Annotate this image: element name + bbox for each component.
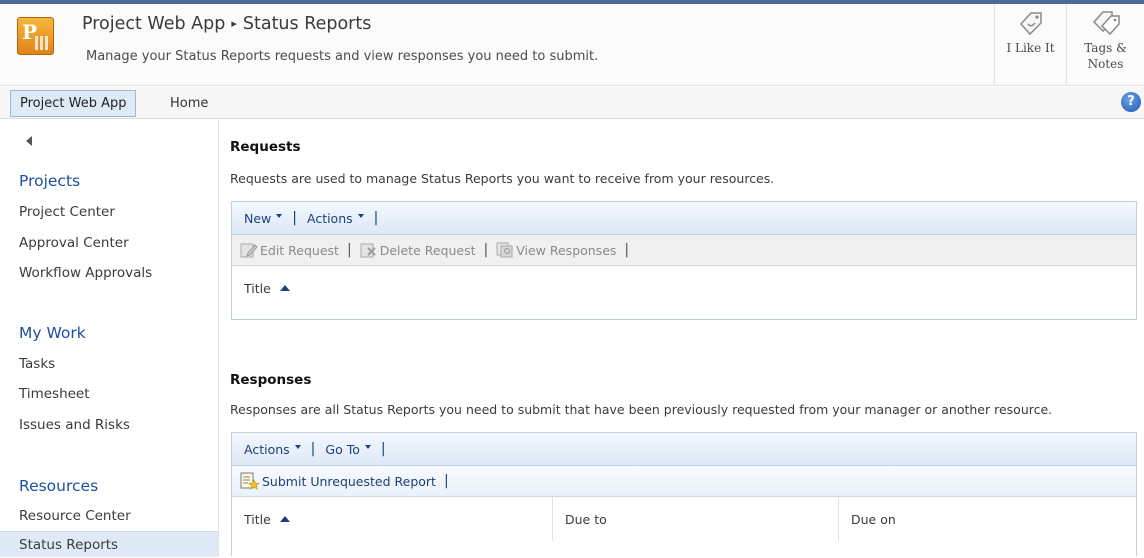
- nav-item-resource-center[interactable]: Resource Center: [19, 508, 131, 524]
- submit-unrequested-report-label: Submit Unrequested Report: [262, 473, 436, 489]
- nav-item-issues-and-risks[interactable]: Issues and Risks: [19, 417, 130, 433]
- delete-request-button[interactable]: Delete Request: [360, 242, 476, 258]
- responses-column-title[interactable]: Title: [232, 497, 553, 541]
- responses-column-due-to[interactable]: Due to: [553, 497, 839, 541]
- nav-item-workflow-approvals[interactable]: Workflow Approvals: [19, 265, 152, 281]
- left-navigation: Projects Project Center Approval Center …: [0, 120, 219, 557]
- actionbar-divider: |: [624, 242, 630, 258]
- responses-actions-label: Actions: [244, 441, 290, 457]
- responses-actions-menu[interactable]: Actions: [244, 442, 301, 457]
- tags-notes-icon: [1092, 11, 1120, 36]
- delete-request-icon: [360, 243, 376, 258]
- help-icon[interactable]: ?: [1121, 92, 1141, 112]
- responses-goto-label: Go To: [325, 441, 360, 457]
- requests-description: Requests are used to manage Status Repor…: [230, 171, 775, 186]
- actionbar-divider: |: [483, 242, 489, 258]
- responses-goto-menu[interactable]: Go To: [325, 441, 371, 457]
- actionbar-divider: |: [443, 473, 449, 489]
- delete-request-label: Delete Request: [379, 242, 476, 258]
- i-like-it-label: I Like It: [1006, 41, 1055, 55]
- sort-ascending-icon: [279, 516, 290, 522]
- topnav-home-link[interactable]: Home: [170, 90, 208, 117]
- breadcrumb: Project Web App ▸ Status Reports: [82, 14, 371, 34]
- tags-notes-label-line1: Tags &: [1084, 41, 1127, 55]
- toolbar-divider: |: [292, 210, 297, 226]
- nav-heading-resources[interactable]: Resources: [19, 477, 98, 495]
- view-responses-label: View Responses: [516, 242, 617, 258]
- i-like-it-button[interactable]: I Like It: [994, 4, 1066, 86]
- nav-item-status-reports[interactable]: Status Reports: [0, 531, 218, 557]
- like-tag-icon: [1019, 12, 1042, 36]
- nav-item-approval-center[interactable]: Approval Center: [19, 235, 129, 251]
- responses-description: Responses are all Status Reports you nee…: [230, 402, 1053, 417]
- edit-request-label: Edit Request: [260, 242, 339, 258]
- responses-title: Responses: [230, 372, 312, 388]
- chevron-down-icon: [276, 214, 283, 218]
- page-title: Status Reports: [242, 14, 372, 34]
- submit-unrequested-report-button[interactable]: Submit Unrequested Report: [240, 472, 436, 490]
- nav-heading-my-work[interactable]: My Work: [19, 324, 86, 342]
- submit-report-icon: [240, 472, 260, 490]
- breadcrumb-separator-icon: ▸: [231, 17, 237, 30]
- responses-header-row: Title Due to Due on: [232, 497, 1136, 541]
- sort-ascending-icon: [279, 285, 290, 291]
- tags-notes-button[interactable]: Tags & Notes: [1066, 4, 1144, 86]
- requests-actions-menu[interactable]: Actions: [307, 211, 364, 226]
- responses-actionbar: Submit Unrequested Report |: [232, 466, 1136, 497]
- requests-header-row: Title: [232, 266, 1136, 310]
- project-logo-icon[interactable]: P: [17, 17, 54, 55]
- requests-column-title[interactable]: Title: [232, 266, 1136, 310]
- requests-grid: New | Actions | Edit Request | Delete Re…: [231, 201, 1137, 320]
- nav-item-timesheet[interactable]: Timesheet: [19, 386, 90, 402]
- responses-column-due-on[interactable]: Due on: [839, 497, 1136, 541]
- topnav-site-tab[interactable]: Project Web App: [10, 90, 137, 117]
- actionbar-divider: |: [346, 242, 352, 258]
- nav-item-tasks[interactable]: Tasks: [19, 356, 55, 372]
- toolbar-divider: |: [310, 441, 316, 457]
- requests-actionbar: Edit Request | Delete Request | View Res…: [232, 235, 1136, 266]
- column-header-label: Title: [244, 280, 271, 296]
- toolbar-divider: |: [380, 441, 386, 457]
- title-area: P Project Web App ▸ Status Reports Manage …: [0, 4, 1144, 86]
- requests-new-menu[interactable]: New: [244, 210, 283, 226]
- view-responses-icon: [496, 242, 513, 258]
- column-header-label: Due on: [851, 511, 896, 527]
- toolbar-divider: |: [373, 210, 379, 226]
- top-navigation: Project Web App Home: [0, 87, 1144, 119]
- requests-new-label: New: [244, 210, 272, 226]
- chevron-down-icon: [357, 214, 364, 218]
- page-description: Manage your Status Reports requests and …: [86, 49, 599, 64]
- requests-toolbar: New | Actions |: [232, 202, 1136, 235]
- edit-request-icon: [240, 243, 258, 258]
- nav-item-project-center[interactable]: Project Center: [19, 204, 115, 220]
- tags-notes-label-line2: Notes: [1087, 57, 1124, 71]
- chevron-down-icon: [364, 445, 371, 449]
- requests-actions-label: Actions: [306, 210, 353, 226]
- column-header-label: Title: [244, 511, 271, 527]
- requests-title: Requests: [230, 139, 301, 155]
- nav-heading-projects[interactable]: Projects: [19, 172, 80, 190]
- breadcrumb-site-link[interactable]: Project Web App: [82, 14, 225, 34]
- column-header-label: Due to: [565, 511, 607, 527]
- responses-toolbar: Actions | Go To |: [232, 433, 1136, 466]
- edit-request-button[interactable]: Edit Request: [240, 242, 339, 258]
- collapse-nav-icon[interactable]: [26, 136, 32, 146]
- chevron-down-icon: [294, 445, 301, 449]
- responses-grid: Actions | Go To | Submit Unrequested Rep…: [231, 432, 1137, 556]
- view-responses-button[interactable]: View Responses: [496, 242, 616, 258]
